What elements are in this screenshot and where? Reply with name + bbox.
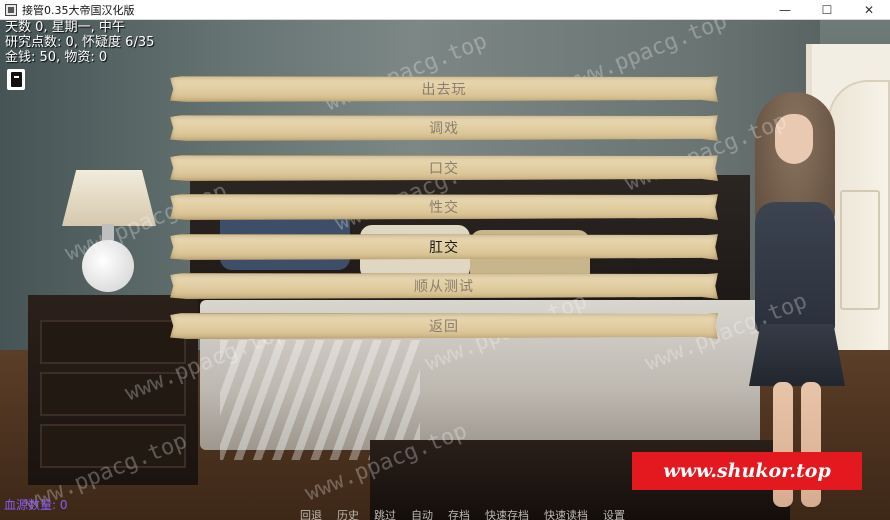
menu-option-3[interactable]: 口交 [170, 155, 718, 181]
menu-option-5-hovered[interactable]: 肛交 [170, 234, 718, 260]
quick-save[interactable]: 存档 [448, 507, 470, 520]
minimize-button[interactable]: — [764, 0, 806, 20]
journal-icon-glyph [11, 72, 22, 87]
journal-icon[interactable] [7, 69, 25, 90]
quick-rollback[interactable]: 回退 [300, 507, 322, 520]
promo-text: www.shukor.top [663, 460, 831, 482]
character-face [775, 114, 813, 164]
quick-skip[interactable]: 跳过 [374, 507, 396, 520]
research-status: 研究点数: 0, 怀疑度 6/35 [5, 35, 155, 50]
menu-option-tease[interactable]: 调戏 [170, 115, 718, 141]
menu-option-obedience-test[interactable]: 顺从测试 [170, 273, 718, 299]
menu-option-4[interactable]: 性交 [170, 194, 718, 220]
character-torso [755, 202, 835, 332]
money-status: 金钱: 50, 物资: 0 [5, 50, 108, 65]
window-titlebar: 接管0.35大帝国汉化版 — ☐ ✕ [0, 0, 890, 20]
menu-option-return[interactable]: 返回 [170, 313, 718, 339]
lamp-shade [62, 170, 156, 226]
drawer [40, 372, 186, 416]
quick-preferences[interactable]: 设置 [603, 507, 625, 520]
quick-auto[interactable]: 自动 [411, 507, 433, 520]
lamp-base [82, 240, 134, 292]
day-status: 天数 0, 星期一, 中午 [5, 20, 125, 35]
character-sprite [735, 92, 855, 512]
blood-count-label: 血源数量: 0 [4, 498, 68, 512]
quick-menu: 回退 历史 跳过 自动 存档 快速存档 快速读档 设置 [300, 507, 625, 520]
quick-history[interactable]: 历史 [337, 507, 359, 520]
window-title: 接管0.35大帝国汉化版 [22, 3, 135, 17]
drawer [40, 424, 186, 468]
drawer [40, 320, 186, 364]
close-button[interactable]: ✕ [848, 0, 890, 20]
window-controls: — ☐ ✕ [764, 0, 890, 20]
promo-banner: www.shukor.top [632, 452, 862, 490]
quick-quickload[interactable]: 快速读档 [544, 507, 588, 520]
character-skirt [749, 324, 845, 386]
menu-option-go-out[interactable]: 出去玩 [170, 76, 718, 102]
app-icon [5, 3, 17, 16]
status-hud: 天数 0, 星期一, 中午 研究点数: 0, 怀疑度 6/35 金钱: 50, … [5, 20, 154, 65]
maximize-button[interactable]: ☐ [806, 0, 848, 20]
quick-quicksave[interactable]: 快速存档 [485, 507, 529, 520]
